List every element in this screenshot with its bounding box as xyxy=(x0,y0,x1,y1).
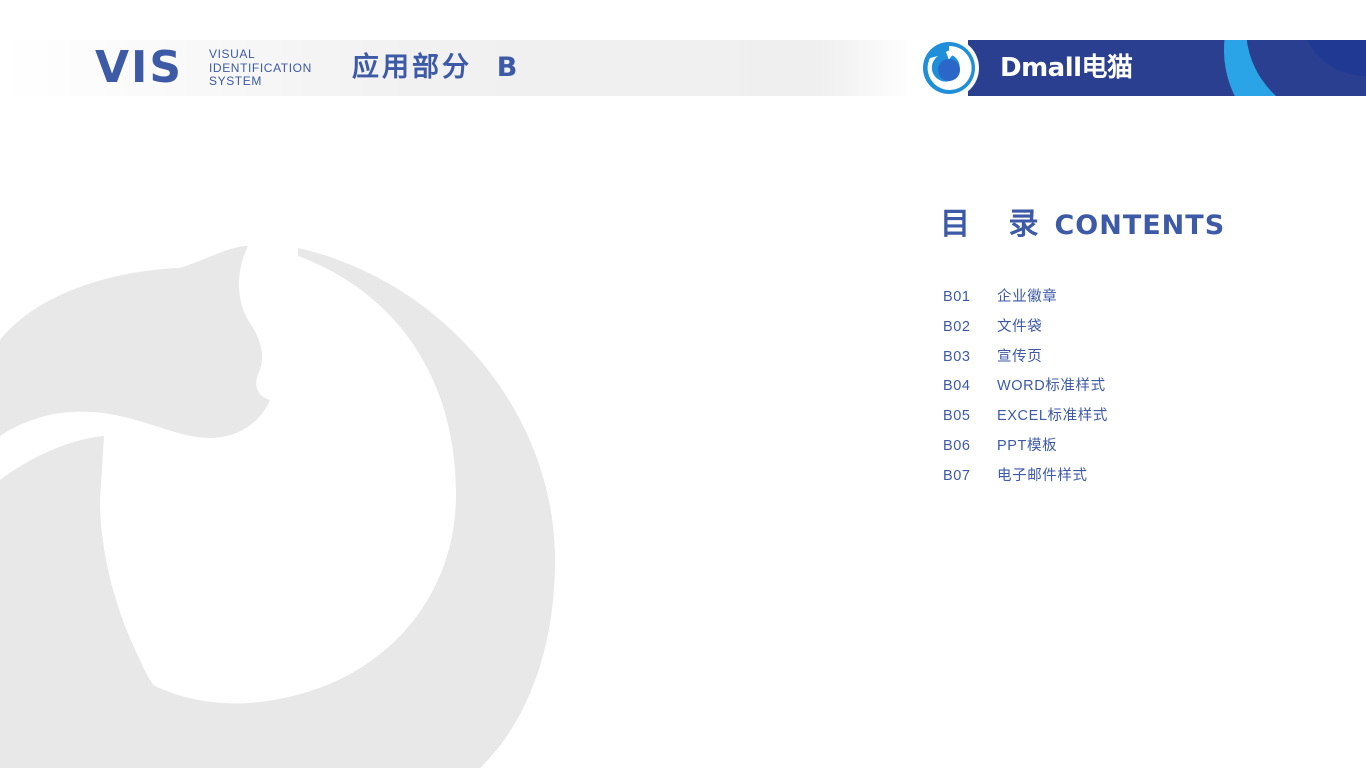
toc-item-code: B01 xyxy=(943,289,971,305)
toc-item-label: 宣传页 xyxy=(997,348,1043,365)
toc-item-code: B04 xyxy=(943,378,971,395)
vis-subtitle-line: SYSTEM xyxy=(209,74,262,88)
dmall-logo-icon xyxy=(918,40,980,96)
toc-item-label: PPT模板 xyxy=(997,437,1058,454)
brand-name: Dmall电猫 xyxy=(1000,53,1133,83)
toc-item[interactable]: B02 文件袋 xyxy=(943,316,1108,346)
toc-item[interactable]: B04 WORD标准样式 xyxy=(943,375,1108,405)
toc-item-label: 企业徽章 xyxy=(997,289,1058,305)
vis-subtitle-line: IDENTIFICATION xyxy=(209,60,312,75)
contents-title-en: CONTENTS xyxy=(1054,210,1226,241)
contents-title-cn: 目 录 xyxy=(940,207,1053,242)
toc-item[interactable]: B06 PPT模板 xyxy=(943,435,1108,465)
contents-title: 目 录CONTENTS xyxy=(940,205,1225,246)
toc-item[interactable]: B01 企业徽章 xyxy=(943,286,1108,316)
toc-item-code: B05 xyxy=(943,408,971,425)
toc-item-code: B06 xyxy=(943,437,971,454)
header-bar: VIS VISUAL IDENTIFICATION SYSTEM 应用部分 B … xyxy=(0,40,1366,96)
vis-logo: VIS xyxy=(95,42,184,93)
toc-list: B01 企业徽章 B02 文件袋 B03 宣传页 B04 WORD标准样式 B05 EXC… xyxy=(943,286,1108,495)
toc-item-label: EXCEL标准样式 xyxy=(997,408,1108,425)
toc-item[interactable]: B05 EXCEL标准样式 xyxy=(943,405,1108,435)
section-title: 应用部分 B xyxy=(352,52,521,83)
toc-item-code: B03 xyxy=(943,348,971,365)
toc-item[interactable]: B03 宣传页 xyxy=(943,346,1108,376)
vis-subtitle-line: VISUAL xyxy=(209,47,256,61)
toc-item-label: WORD标准样式 xyxy=(997,378,1106,395)
toc-item-code: B07 xyxy=(943,467,971,484)
logo-watermark-icon xyxy=(0,240,560,773)
toc-item-code: B02 xyxy=(943,318,971,335)
toc-item-label: 电子邮件样式 xyxy=(997,467,1088,484)
vis-subtitle: VISUAL IDENTIFICATION SYSTEM xyxy=(209,47,312,89)
toc-item[interactable]: B07 电子邮件样式 xyxy=(943,465,1108,495)
toc-item-label: 文件袋 xyxy=(997,318,1043,335)
